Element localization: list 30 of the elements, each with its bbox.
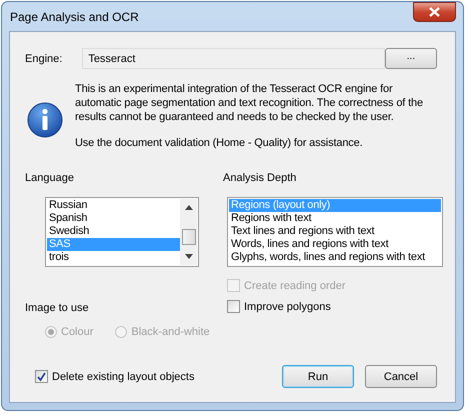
language-label: Language xyxy=(25,172,75,184)
list-item[interactable]: Spanish xyxy=(47,212,180,225)
list-item[interactable]: trois xyxy=(47,251,180,264)
info-icon xyxy=(27,102,63,138)
list-item[interactable]: Text lines and regions with text xyxy=(229,225,441,238)
close-button[interactable] xyxy=(413,2,456,22)
list-box[interactable]: Russian Spanish Swedish SAS trois xyxy=(45,197,199,267)
engine-field[interactable]: Tesseract xyxy=(82,48,385,69)
dialog-button[interactable]: Run xyxy=(282,365,354,388)
checkbox[interactable] xyxy=(227,300,240,313)
list-box[interactable]: Regions (layout only) Regions with text Text lines and regions with text Words, lines and regions with text Glyphs, words, lines and regions with text xyxy=(227,197,443,267)
info-text: Use the document validation (Home - Quality) for assistance. xyxy=(75,136,364,150)
list-item[interactable]: Swedish xyxy=(47,225,180,238)
list-item[interactable]: Glyphs, words, lines and regions with text xyxy=(229,251,441,264)
analysis-depth-label: Analysis Depth xyxy=(223,172,298,184)
list-item[interactable]: Words, lines and regions with text xyxy=(229,238,441,251)
list-item[interactable]: Russian xyxy=(47,199,180,212)
dialog-button[interactable]: Cancel xyxy=(365,365,437,388)
list-item[interactable]: Regions with text xyxy=(229,212,441,225)
scroll-bar[interactable] xyxy=(180,199,197,265)
checkbox[interactable] xyxy=(35,370,48,383)
checkbox-label[interactable]: Improve polygons xyxy=(244,300,331,312)
image-to-use-label: Image to use xyxy=(25,302,90,314)
engine-label: Engine: xyxy=(25,52,62,64)
close-icon xyxy=(429,7,440,17)
browse-button[interactable]: ... xyxy=(384,48,437,69)
checkmark-icon xyxy=(36,371,47,382)
info-text: This is an experimental integration of the Tesseract OCR engine for automatic page segmentation and text recognition. The correctness of the results cannot be guaranteed and needs to be checked by the user. xyxy=(75,82,424,124)
window-title: Page Analysis and OCR xyxy=(9,10,139,24)
checkbox-label[interactable]: Delete existing layout objects xyxy=(52,370,194,382)
